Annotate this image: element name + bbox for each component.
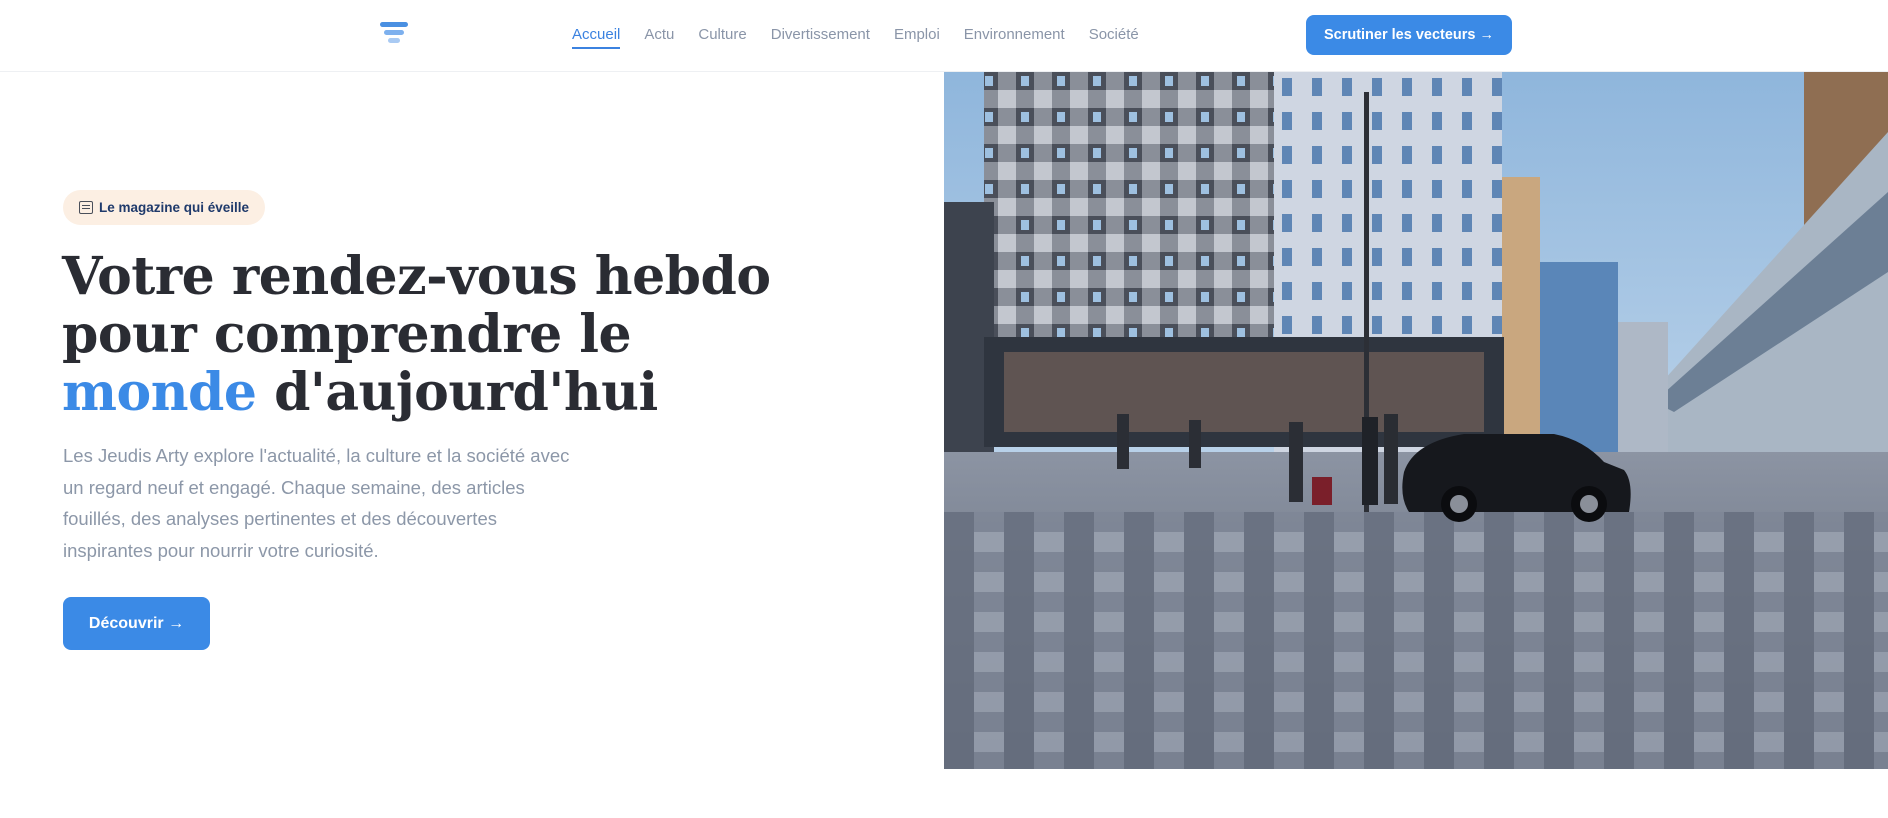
hero-badge: Le magazine qui éveille (63, 190, 266, 225)
newspaper-icon (79, 201, 93, 214)
hero-image (944, 72, 1888, 769)
site-header: Accueil Actu Culture Divertissement Empl… (0, 0, 1888, 72)
hero-description: Les Jeudis Arty explore l'actualité, la … (63, 445, 570, 561)
logo-icon[interactable] (380, 22, 408, 46)
hero-title-accent: monde (62, 362, 257, 423)
decouvrir-button[interactable]: Découvrir → (63, 597, 210, 650)
hero-title: Votre rendez-vous hebdo pour comprendre … (62, 248, 822, 422)
nav-item-actu[interactable]: Actu (644, 26, 674, 49)
hero-title-part1: Votre rendez-vous hebdo pour comprendre … (62, 246, 771, 365)
nav-item-environnement[interactable]: Environnement (964, 26, 1065, 49)
nav-item-emploi[interactable]: Emploi (894, 26, 940, 49)
badge-label: Le magazine qui éveille (99, 200, 250, 215)
nav-item-divertissement[interactable]: Divertissement (771, 26, 870, 49)
nav-item-culture[interactable]: Culture (698, 26, 746, 49)
main-nav: Accueil Actu Culture Divertissement Empl… (572, 26, 1163, 49)
hero-title-part2: d'aujourd'hui (256, 362, 658, 423)
scrutiner-button[interactable]: Scrutiner les vecteurs → (1306, 15, 1512, 55)
nav-item-accueil[interactable]: Accueil (572, 26, 621, 49)
nav-item-societe[interactable]: Société (1089, 26, 1139, 49)
